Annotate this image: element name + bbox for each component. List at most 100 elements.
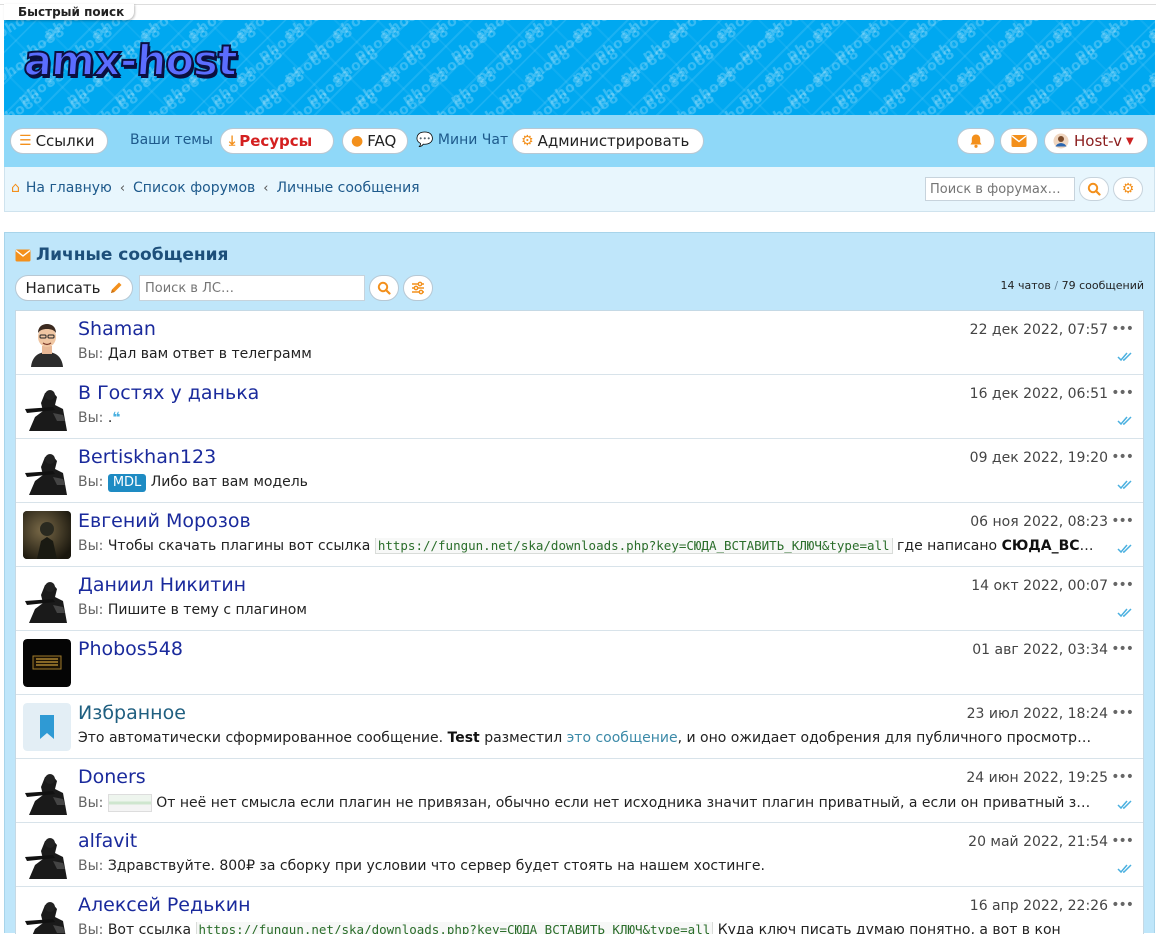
conversation-name[interactable]: Phobos548 [78,638,183,660]
pm-filter-button[interactable] [403,275,433,301]
conversation-name[interactable]: Даниил Никитин [78,574,246,596]
conversation-snippet: Вы: MDL Либо ват вам модель [78,474,1098,492]
you-prefix: Вы: [78,795,104,811]
image-thumbnail[interactable] [107,794,152,812]
conversation-name[interactable]: Избранное [78,702,186,724]
block-title-text: Личные сообщения [36,245,229,265]
avatar[interactable] [23,831,71,879]
sliders-icon [412,281,424,295]
double-check-icon [1117,800,1132,810]
snippet-text: Вот ссылка [107,922,192,934]
avatar[interactable] [23,511,71,559]
pm-search-input[interactable] [139,275,365,301]
more-options-icon[interactable]: ••• [1111,705,1134,721]
snippet-text-3: , и оно ожидает одобрения для публичного… [677,730,1098,746]
crumb-pm[interactable]: Личные сообщения [277,180,420,196]
conversation-name[interactable]: Doners [78,766,146,788]
gear-icon: ⚙ [1121,181,1135,197]
conversation-row[interactable]: Алексей Редькин 16 апр 2022, 22:26 ••• В… [16,887,1143,934]
faq-button[interactable]: ● FAQ [342,128,408,154]
more-options-icon[interactable]: ••• [1111,641,1134,657]
conversation-row[interactable]: Bertiskhan123 09 дек 2022, 19:20 ••• Вы:… [16,439,1143,503]
resources-label: Ресурсы [239,132,313,150]
advanced-search-button[interactable]: ⚙ [1113,177,1143,201]
snippet-text-2: разместил [484,730,563,746]
conversation-name[interactable]: alfavit [78,830,137,852]
more-options-icon[interactable]: ••• [1111,897,1134,913]
avatar[interactable] [23,575,71,623]
conversation-row[interactable]: Phobos548 01 авг 2022, 03:34 ••• [16,631,1143,695]
conversation-date: 16 дек 2022, 06:51 [969,386,1108,402]
more-options-icon[interactable]: ••• [1111,385,1134,401]
more-options-icon[interactable]: ••• [1111,449,1134,465]
conversation-name[interactable]: Shaman [78,318,156,340]
avatar-dark-figure-icon [23,511,71,559]
conversation-row[interactable]: Shaman 22 дек 2022, 07:57 ••• Вы: Дал ва… [16,311,1143,375]
avatar[interactable] [23,383,71,431]
conversation-snippet: Вы: Чтобы скачать плагины вот ссылка htt… [78,538,1098,554]
snippet-link[interactable]: это сообщение [567,730,678,746]
you-prefix: Вы: [78,538,104,554]
crumb-home[interactable]: На главную [26,180,112,196]
admin-label: Администрировать [537,132,690,150]
home-icon: ⌂ [11,180,20,196]
snippet-text: Здравствуйте. 800₽ за сборку при условии… [107,858,765,874]
message-count: 79 сообщений [1061,279,1144,292]
quick-search-tab[interactable]: Быстрый поиск [4,4,135,20]
conversation-row[interactable]: Евгений Морозов 06 ноя 2022, 08:23 ••• В… [16,503,1143,567]
mini-chat-link[interactable]: 💬 Мини Чат [416,132,508,148]
pm-search-button[interactable] [369,275,399,301]
links-label: Ссылки [35,132,95,150]
crumb-forums[interactable]: Список форумов [133,180,255,196]
conversation-name[interactable]: Алексей Редькин [78,894,251,916]
conversation-row[interactable]: Даниил Никитин 14 окт 2022, 00:07 ••• Вы… [16,567,1143,631]
conversation-row[interactable]: Избранное 23 июл 2022, 18:24 ••• Это авт… [16,695,1143,759]
avatar[interactable] [23,319,71,367]
avatar-cartoon-icon [23,319,71,367]
resources-button[interactable]: ⤓ Ресурсы [220,128,334,154]
forum-search-button[interactable] [1079,177,1109,201]
more-options-icon[interactable]: ••• [1111,769,1134,785]
admin-button[interactable]: ⚙ Администрировать [512,128,704,154]
avatar[interactable] [23,703,71,751]
avatar[interactable] [23,767,71,815]
more-options-icon[interactable]: ••• [1111,577,1134,593]
double-check-icon [1117,864,1132,874]
count-separator: / [1054,279,1062,292]
site-logo[interactable]: amx-host [21,35,239,86]
chat-count: 14 чатов [1000,279,1051,292]
your-topics-link[interactable]: Ваши темы [130,132,213,148]
conversation-name[interactable]: В Гостях у данька [78,382,259,404]
links-button[interactable]: ☰ Ссылки [10,128,108,154]
messages-button[interactable] [1000,128,1038,154]
user-menu[interactable]: Host-v ▼ [1044,128,1148,154]
avatar[interactable] [23,639,71,687]
search-icon [377,281,391,295]
download-icon: ⤓ [229,133,236,149]
conversation-snippet: Это автоматически сформированное сообщен… [78,730,1098,746]
notifications-button[interactable] [957,128,995,154]
pm-counts: 14 чатов / 79 сообщений [1001,279,1144,292]
conversation-name[interactable]: Bertiskhan123 [78,446,216,468]
avatar[interactable] [23,447,71,495]
avatar[interactable] [23,895,71,934]
conversation-snippet: Вы: Здравствуйте. 800₽ за сборку при усл… [78,858,1098,874]
caret-down-icon: ▼ [1126,135,1134,147]
search-icon [1087,182,1101,196]
conversation-name[interactable]: Евгений Морозов [78,510,251,532]
conversation-row[interactable]: alfavit 20 май 2022, 21:54 ••• Вы: Здрав… [16,823,1143,887]
site-banner: pho88 pho88 pho88 pho88 pho88 pho88 pho88 pho88… [4,20,1155,115]
conversation-row[interactable]: Doners 24 июн 2022, 19:25 ••• Вы: От неё… [16,759,1143,823]
snippet-bold: Test [447,730,480,746]
conversation-row[interactable]: В Гостях у данька 16 дек 2022, 06:51 •••… [16,375,1143,439]
pencil-icon [110,282,122,293]
more-options-icon[interactable]: ••• [1111,833,1134,849]
avatar-soldier-icon [23,575,71,623]
you-prefix: Вы: [78,922,104,934]
conversation-date: 09 дек 2022, 19:20 [969,450,1108,466]
write-button[interactable]: Написать [15,275,133,301]
forum-search-input[interactable] [925,177,1075,201]
more-options-icon[interactable]: ••• [1111,513,1134,529]
more-options-icon[interactable]: ••• [1111,321,1134,337]
top-divider [0,4,1156,5]
